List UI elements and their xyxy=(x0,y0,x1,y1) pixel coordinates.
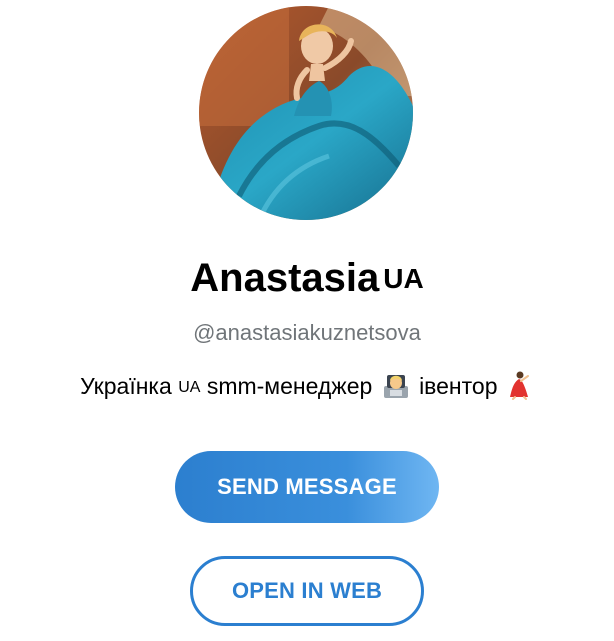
bio-text-3: івентор xyxy=(419,373,498,399)
avatar xyxy=(199,6,413,220)
technologist-emoji-icon xyxy=(381,370,411,409)
profile-page: Anastasia UA @anastasiakuznetsova Українк… xyxy=(0,0,614,641)
profile-name: Anastasia UA xyxy=(0,250,614,307)
profile-bio: Українка UA smm-менеджер івентор xyxy=(0,369,614,409)
bio-text-1: Українка xyxy=(80,373,172,399)
ukraine-flag-small-icon: UA xyxy=(178,379,201,396)
profile-name-text: Anastasia xyxy=(190,256,380,300)
open-in-web-button[interactable]: OPEN IN WEB xyxy=(190,556,424,626)
ukraine-flag-icon: UA xyxy=(383,263,424,294)
dancer-emoji-icon xyxy=(506,370,532,409)
avatar-photo xyxy=(199,6,413,220)
bio-text-2: smm-менеджер xyxy=(206,373,373,399)
send-message-button[interactable]: SEND MESSAGE xyxy=(175,451,439,523)
profile-handle: @anastasiakuznetsova xyxy=(193,320,421,345)
